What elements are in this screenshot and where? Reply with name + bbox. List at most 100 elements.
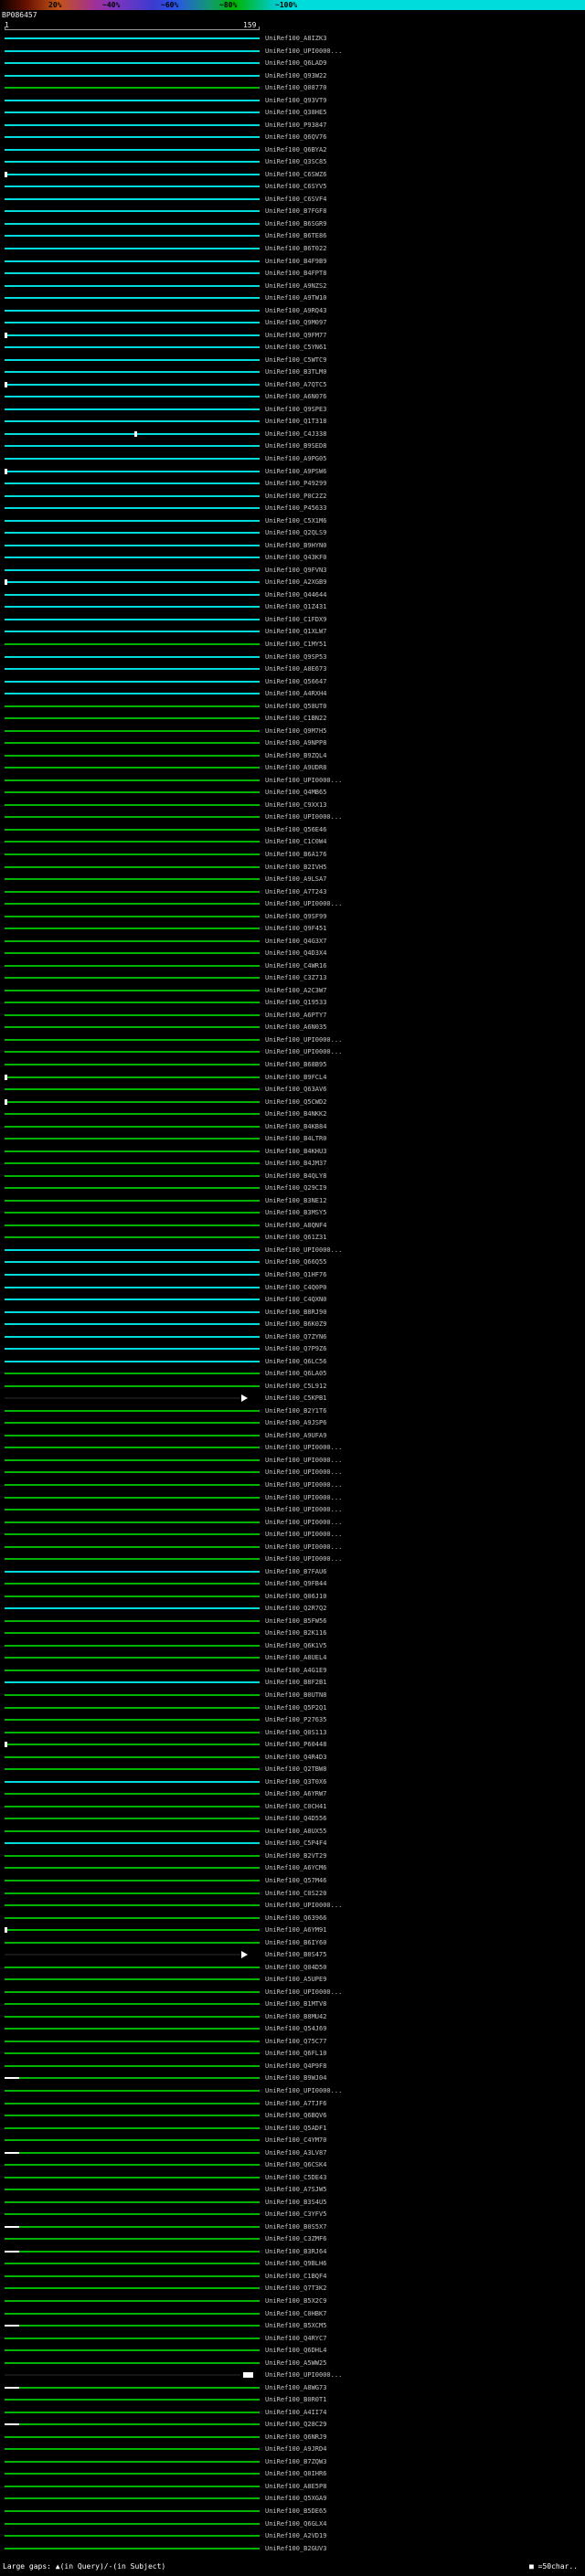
hit-row[interactable]: UniRef100_A9UFA9 [0, 1429, 585, 1442]
hit-row[interactable]: UniRef100_C0HBK7 [0, 2307, 585, 2320]
hit-label[interactable]: UniRef100_B5X2C9 [265, 2297, 326, 2305]
hit-label[interactable]: UniRef100_Q29CI9 [265, 1184, 326, 1192]
hit-label[interactable]: UniRef100_A4G1E9 [265, 1667, 326, 1674]
hit-row[interactable]: UniRef100_B8RJ90 [0, 1306, 585, 1319]
hit-row[interactable]: UniRef100_C1BN22 [0, 712, 585, 725]
hit-label[interactable]: UniRef100_UPI0000... [265, 1048, 342, 1055]
hit-row[interactable]: UniRef100_Q2R7Q2 [0, 1602, 585, 1615]
hit-label[interactable]: UniRef100_Q19533 [265, 999, 326, 1006]
hit-row[interactable]: UniRef100_A9JRD4 [0, 2443, 585, 2455]
hit-label[interactable]: UniRef100_Q63AV6 [265, 1086, 326, 1093]
hit-row[interactable]: UniRef100_B4LTR0 [0, 1132, 585, 1145]
hit-row[interactable]: UniRef100_Q9FVN3 [0, 564, 585, 577]
hit-label[interactable]: UniRef100_A8WG73 [265, 2384, 326, 2391]
hit-row[interactable]: UniRef100_B2VT29 [0, 1850, 585, 1862]
hit-label[interactable]: UniRef100_B2Y1T6 [265, 1407, 326, 1415]
hit-row[interactable]: UniRef100_C6SVF4 [0, 193, 585, 206]
hit-label[interactable]: UniRef100_Q3T0X6 [265, 1778, 326, 1786]
hit-label[interactable]: UniRef100_Q1Z431 [265, 603, 326, 610]
hit-row[interactable]: UniRef100_Q19533 [0, 996, 585, 1009]
hit-label[interactable]: UniRef100_C0S220 [265, 1890, 326, 1897]
hit-row[interactable]: UniRef100_Q1HF76 [0, 1268, 585, 1281]
hit-label[interactable]: UniRef100_UPI0000... [265, 1494, 342, 1501]
hit-label[interactable]: UniRef100_B0UTN8 [265, 1691, 326, 1699]
hit-row[interactable]: UniRef100_UPI0000... [0, 1553, 585, 1565]
hit-row[interactable]: UniRef100_Q4P9F8 [0, 2060, 585, 2072]
hit-label[interactable]: UniRef100_Q6BYA2 [265, 146, 326, 154]
hit-label[interactable]: UniRef100_B6TE86 [265, 232, 326, 239]
hit-label[interactable]: UniRef100_B6A176 [265, 851, 326, 858]
hit-label[interactable]: UniRef100_Q9SP53 [265, 653, 326, 661]
hit-label[interactable]: UniRef100_UPI0000... [265, 48, 342, 55]
hit-label[interactable]: UniRef100_A2XGB9 [265, 578, 326, 586]
hit-label[interactable]: UniRef100_A4RXH4 [265, 690, 326, 697]
hit-row[interactable]: UniRef100_UPI0000... [0, 1045, 585, 1058]
hit-row[interactable]: UniRef100_Q9FM77 [0, 329, 585, 342]
hit-label[interactable]: UniRef100_Q9M097 [265, 319, 326, 326]
hit-row[interactable]: UniRef100_B2K116 [0, 1627, 585, 1639]
hit-label[interactable]: UniRef100_C3Z713 [265, 974, 326, 981]
hit-label[interactable]: UniRef100_C3ZMF6 [265, 2235, 326, 2242]
hit-row[interactable]: UniRef100_Q9SP53 [0, 651, 585, 663]
hit-label[interactable]: UniRef100_C5P4F4 [265, 1839, 326, 1847]
hit-row[interactable]: UniRef100_C5WTC9 [0, 354, 585, 366]
hit-label[interactable]: UniRef100_B8MU42 [265, 2013, 326, 2020]
hit-row[interactable]: UniRef100_P60448 [0, 1738, 585, 1751]
hit-row[interactable]: UniRef100_B6SGR9 [0, 217, 585, 230]
hit-row[interactable]: UniRef100_Q5P2Q1 [0, 1701, 585, 1714]
hit-label[interactable]: UniRef100_B6K0Z9 [265, 1320, 326, 1328]
hit-row[interactable]: UniRef100_B4QLY8 [0, 1170, 585, 1182]
hit-label[interactable]: UniRef100_Q5CWD2 [265, 1098, 326, 1106]
hit-row[interactable]: UniRef100_UPI0000... [0, 1503, 585, 1516]
hit-label[interactable]: UniRef100_Q6BQV6 [265, 2112, 326, 2119]
hit-row[interactable]: UniRef100_P45633 [0, 502, 585, 514]
hit-label[interactable]: UniRef100_B8RJ90 [265, 1309, 326, 1316]
hit-row[interactable]: UniRef100_B68B95 [0, 1058, 585, 1071]
hit-row[interactable]: UniRef100_Q06J10 [0, 1590, 585, 1603]
hit-label[interactable]: UniRef100_A8QNF4 [265, 1222, 326, 1229]
hit-row[interactable]: UniRef100_Q0IHR6 [0, 2467, 585, 2480]
hit-label[interactable]: UniRef100_C1FDX9 [265, 616, 326, 623]
hit-row[interactable]: UniRef100_B4NKK2 [0, 1108, 585, 1120]
hit-row[interactable]: UniRef100_Q4R4D3 [0, 1751, 585, 1764]
hit-label[interactable]: UniRef100_Q54J69 [265, 2025, 326, 2032]
hit-label[interactable]: UniRef100_Q6QV76 [265, 133, 326, 141]
hit-row[interactable]: UniRef100_Q7T3K2 [0, 2282, 585, 2295]
hit-row[interactable]: UniRef100_UPI0000... [0, 1466, 585, 1479]
hit-label[interactable]: UniRef100_C4YM70 [265, 2136, 326, 2144]
hit-label[interactable]: UniRef100_Q63966 [265, 1914, 326, 1922]
hit-row[interactable]: UniRef100_UPI0000... [0, 774, 585, 787]
hit-row[interactable]: UniRef100_UPI0000... [0, 1491, 585, 1504]
hit-row[interactable]: UniRef100_Q2QLS9 [0, 526, 585, 539]
hit-label[interactable]: UniRef100_B4NKK2 [265, 1110, 326, 1118]
hit-row[interactable]: UniRef100_A7QTC5 [0, 378, 585, 391]
hit-row[interactable]: UniRef100_Q29CI9 [0, 1182, 585, 1194]
hit-row[interactable]: UniRef100_A8E5P8 [0, 2480, 585, 2493]
hit-row[interactable]: UniRef100_B9FCL4 [0, 1071, 585, 1084]
hit-label[interactable]: UniRef100_Q1HF76 [265, 1271, 326, 1278]
hit-row[interactable]: UniRef100_Q4MB65 [0, 786, 585, 799]
hit-label[interactable]: UniRef100_B9SED8 [265, 442, 326, 450]
hit-row[interactable]: UniRef100_B9SED8 [0, 440, 585, 452]
hit-label[interactable]: UniRef100_Q6CSK4 [265, 2161, 326, 2168]
hit-label[interactable]: UniRef100_A8UX55 [265, 1828, 326, 1835]
hit-label[interactable]: UniRef100_Q66Q55 [265, 1258, 326, 1266]
hit-row[interactable]: UniRef100_A9LSA7 [0, 873, 585, 885]
hit-label[interactable]: UniRef100_Q93VT9 [265, 97, 326, 104]
hit-label[interactable]: UniRef100_B3S4U5 [265, 2199, 326, 2206]
hit-row[interactable]: UniRef100_B4KHU3 [0, 1145, 585, 1158]
hit-label[interactable]: UniRef100_P93847 [265, 122, 326, 129]
hit-row[interactable]: UniRef100_UPI0000... [0, 1244, 585, 1256]
hit-row[interactable]: UniRef100_A4RXH4 [0, 687, 585, 700]
hit-label[interactable]: UniRef100_C4QXN0 [265, 1296, 326, 1303]
hit-row[interactable]: UniRef100_A9PG05 [0, 452, 585, 465]
hit-label[interactable]: UniRef100_Q3SC85 [265, 158, 326, 165]
hit-row[interactable]: UniRef100_B0R0T1 [0, 2393, 585, 2406]
hit-row[interactable]: UniRef100_UPI0000... [0, 1516, 585, 1529]
hit-row[interactable]: UniRef100_A9PSW6 [0, 465, 585, 478]
hit-label[interactable]: UniRef100_C4Q0P0 [265, 1284, 326, 1291]
hit-label[interactable]: UniRef100_Q6DHL4 [265, 2347, 326, 2354]
hit-label[interactable]: UniRef100_Q7ZYN6 [265, 1333, 326, 1341]
hit-label[interactable]: UniRef100_C1C0W4 [265, 838, 326, 845]
hit-row[interactable]: UniRef100_Q9BLH6 [0, 2257, 585, 2270]
